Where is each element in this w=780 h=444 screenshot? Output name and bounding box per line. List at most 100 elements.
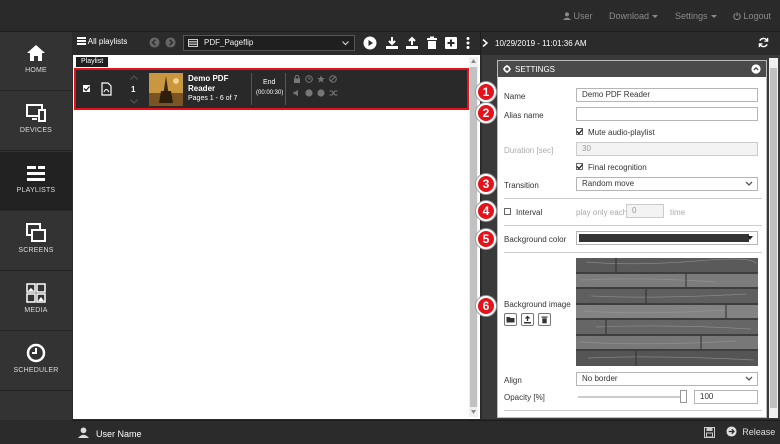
align-value: No border (582, 374, 618, 383)
chevron-down-icon (342, 41, 349, 46)
playlist-select[interactable]: PDF_Pageflip (183, 35, 355, 51)
back-arrow-icon[interactable] (149, 37, 160, 48)
list-icon (77, 37, 86, 45)
sidebar-item-label: DEVICES (19, 127, 53, 134)
download-icon[interactable] (385, 36, 399, 50)
interval-field[interactable]: 0 (626, 204, 664, 218)
bottom-bar-left (0, 420, 72, 444)
sidebar-item-media[interactable]: MEDIA (0, 272, 72, 331)
overlay-icon[interactable] (305, 89, 313, 97)
shuffle-icon[interactable] (329, 89, 338, 97)
row-end-time: (00:00:30) (256, 90, 284, 96)
opacity-field[interactable]: 100 (694, 390, 758, 404)
section-divider (504, 225, 762, 226)
name-field[interactable]: Demo PDF Reader (576, 88, 758, 102)
lock-icon[interactable] (293, 75, 301, 83)
playlist-tab[interactable]: Playlist (76, 57, 109, 67)
opacity-slider-track[interactable] (578, 396, 686, 398)
sidebar-item-devices[interactable]: DEVICES (0, 92, 72, 151)
move-up-icon[interactable] (130, 75, 138, 80)
pdf-file-icon (101, 82, 112, 96)
color-swatch (579, 234, 749, 242)
settings-panel-header[interactable]: SETTINGS (498, 61, 766, 77)
bottom-bar: User Name Release (72, 420, 780, 444)
timer-icon[interactable] (305, 75, 313, 83)
alias-name-field[interactable] (576, 107, 758, 121)
play-icon[interactable] (363, 36, 377, 50)
scroll-down-arrow-icon[interactable] (471, 410, 476, 414)
move-down-icon[interactable] (130, 99, 138, 104)
gear-icon (503, 65, 511, 73)
background-image-preview[interactable] (576, 258, 758, 366)
clock-icon (26, 343, 46, 363)
delete-image-button[interactable] (538, 313, 551, 326)
annotation-badge-1: 1 (476, 82, 496, 102)
duration-field[interactable]: 30 (576, 142, 758, 156)
mute-checkbox[interactable] (576, 128, 583, 135)
row-title-line1: Demo PDF (188, 74, 229, 83)
transition-select[interactable]: Random move (576, 177, 758, 191)
user-label: User (573, 11, 593, 21)
sidebar-item-scheduler[interactable]: SCHEDULER (0, 332, 72, 391)
sidebar-item-playlists[interactable]: PLAYLISTS (0, 152, 72, 211)
final-recognition-checkbox[interactable] (576, 163, 583, 170)
star-icon[interactable] (317, 75, 325, 83)
align-select[interactable]: No border (576, 372, 758, 386)
release-label: Release (742, 427, 776, 437)
caret-down-icon (710, 15, 717, 19)
upload-image-button[interactable] (521, 313, 534, 326)
add-icon[interactable] (444, 36, 458, 50)
sidebar-item-home[interactable]: HOME (0, 32, 72, 91)
download-menu[interactable]: Download (609, 11, 659, 21)
all-playlists-button[interactable]: All playlists (77, 37, 127, 46)
logout-button[interactable]: Logout (733, 11, 771, 21)
annotation-badge-2: 2 (476, 103, 496, 123)
settings-header-bar: 10/29/2019 - 11:01:36 AM (480, 32, 780, 54)
row-title-line2: Reader (188, 84, 216, 93)
scroll-up-arrow-icon[interactable] (471, 59, 476, 63)
collapse-icon[interactable] (751, 64, 761, 74)
open-folder-button[interactable] (504, 313, 517, 326)
sidebar-item-screens[interactable]: SCREENS (0, 212, 72, 271)
forward-arrow-icon[interactable] (165, 37, 176, 48)
volume-icon[interactable] (293, 89, 301, 97)
refresh-icon[interactable] (758, 37, 769, 48)
chevron-down-icon (745, 181, 753, 186)
playlist-select-value: PDF_Pageflip (204, 38, 254, 47)
media-icon (26, 283, 46, 303)
annotation-badge-5: 5 (476, 229, 496, 249)
alias-name-label: Alias name (504, 111, 544, 120)
background-image-label: Background image (504, 300, 571, 309)
interval-checkbox[interactable] (504, 208, 511, 215)
block-icon[interactable] (329, 75, 337, 83)
caret-down-icon (652, 15, 659, 19)
settings-scrollbar[interactable] (769, 58, 778, 418)
settings-menu[interactable]: Settings (675, 11, 717, 21)
name-label: Name (504, 92, 526, 101)
background-color-picker[interactable] (576, 231, 758, 245)
save-icon[interactable] (704, 427, 715, 438)
annotation-badge-6: 6 (476, 296, 496, 316)
more-vertical-icon[interactable] (461, 36, 475, 50)
transition-value: Random move (582, 179, 635, 188)
playlist-item-row[interactable]: 1 Demo PDF Reader Pages 1 - 6 of 7 End (… (74, 68, 469, 110)
top-bar: User Download Settings Logout (0, 0, 780, 32)
settings-title: SETTINGS (515, 65, 556, 74)
upload-icon[interactable] (405, 36, 419, 50)
check-icon (576, 129, 583, 135)
user-menu[interactable]: User (563, 11, 593, 21)
trash-icon[interactable] (425, 36, 439, 50)
settings-panel: SETTINGS Name Demo PDF Reader Alias name… (497, 60, 767, 418)
final-recognition-label: Final recognition (588, 163, 647, 172)
trash-icon (541, 316, 548, 324)
badge-b-icon[interactable] (317, 89, 325, 97)
opacity-slider-handle[interactable] (680, 390, 687, 403)
row-index: 1 (131, 85, 136, 94)
row-checkbox[interactable] (83, 85, 90, 92)
scrollbar-thumb[interactable] (770, 68, 777, 408)
background-color-label: Background color (504, 235, 567, 244)
check-icon (83, 86, 90, 92)
chevron-right-icon[interactable] (482, 39, 488, 47)
user-icon (563, 12, 571, 20)
release-button[interactable]: Release (726, 426, 775, 437)
